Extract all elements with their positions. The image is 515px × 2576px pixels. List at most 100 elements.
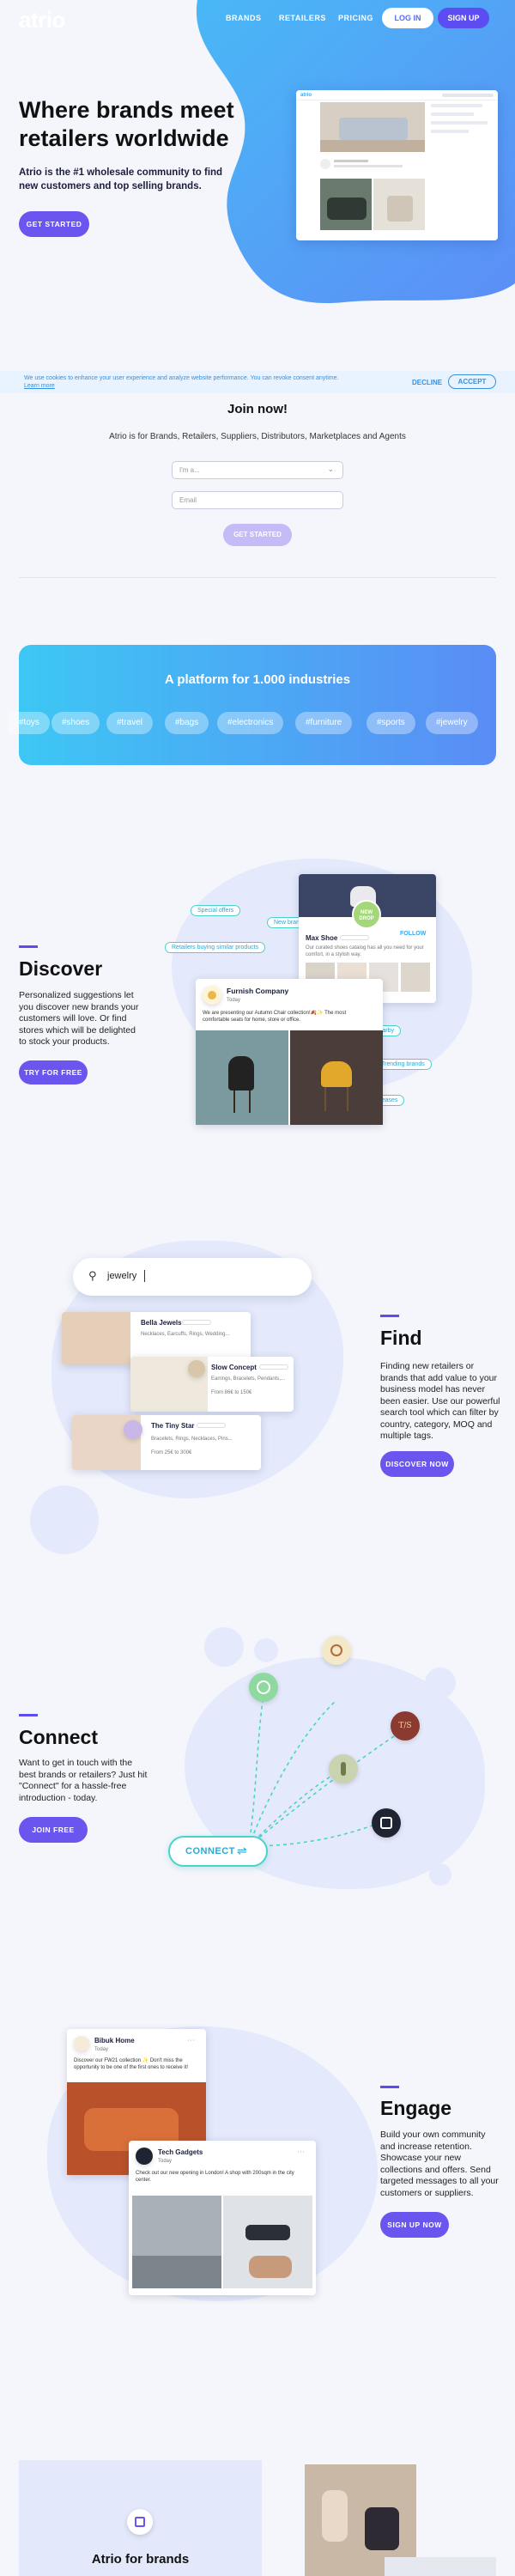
connect-logo-olive bbox=[329, 1754, 358, 1783]
furnish-company-name: Furnish Company bbox=[227, 987, 289, 995]
tag-jewelry[interactable]: #jewelry bbox=[426, 712, 478, 734]
tag-electronics[interactable]: #electronics bbox=[217, 712, 284, 734]
find-accent-bar bbox=[380, 1315, 399, 1317]
tag-bags[interactable]: #bags bbox=[165, 712, 209, 734]
nav-pricing[interactable]: PRICING bbox=[338, 14, 373, 22]
engage-sign-up-button[interactable]: SIGN UP NOW bbox=[380, 2212, 449, 2238]
furnish-post-text: We are presenting our Autumn Chair colle… bbox=[203, 1011, 347, 1023]
search-input[interactable]: ⚲ jewelry bbox=[73, 1258, 312, 1296]
nav-retailers[interactable]: RETAILERS bbox=[279, 14, 326, 22]
drone-photo bbox=[223, 2196, 312, 2288]
tag-sports[interactable]: #sports bbox=[367, 712, 415, 734]
shoe-brand-name: Max Shoe bbox=[306, 934, 338, 942]
handshake-icon: ⇌ bbox=[237, 1844, 247, 1857]
mock-post-header bbox=[320, 157, 425, 176]
email-placeholder: Email bbox=[179, 496, 197, 504]
tiny-star-tag bbox=[197, 1423, 226, 1428]
join-subtitle: Atrio is for Brands, Retailers, Supplier… bbox=[109, 432, 406, 441]
bibuk-name: Bibuk Home bbox=[94, 2037, 135, 2044]
slow-concept-logo bbox=[188, 1360, 205, 1377]
follow-button[interactable]: FOLLOW bbox=[400, 931, 426, 937]
chip-retailers-buying-similar[interactable]: Retailers buying similar products bbox=[165, 942, 266, 953]
join-get-started-button[interactable]: GET STARTED bbox=[223, 524, 292, 546]
find-title: Find bbox=[380, 1327, 422, 1349]
signup-button[interactable]: SIGN UP bbox=[438, 8, 489, 28]
mock-logo: atrio bbox=[300, 92, 312, 98]
nav-brands[interactable]: BRANDS bbox=[226, 14, 262, 22]
text-cursor bbox=[144, 1270, 145, 1282]
tech-gadgets-post-text: Check out our new opening in London! A s… bbox=[136, 2171, 294, 2183]
shoe-brand-description: Our curated shoes catalog has all you ne… bbox=[306, 945, 424, 957]
connect-logo-beige bbox=[322, 1636, 351, 1665]
cookie-learn-more-link[interactable]: Learn more bbox=[24, 383, 55, 389]
industries-banner bbox=[19, 645, 496, 765]
more-options-icon[interactable]: ⋯ bbox=[187, 2036, 195, 2045]
furnish-post-card[interactable]: Furnish Company Today We are presenting … bbox=[196, 979, 383, 1125]
mock-sofa-photo bbox=[320, 102, 425, 152]
chevron-down-icon: ⌄ bbox=[327, 465, 334, 473]
atrio-logo[interactable]: atrio bbox=[19, 7, 65, 33]
role-select[interactable]: I'm a... ⌄ bbox=[172, 461, 343, 479]
cookie-text: We use cookies to enhance your user expe… bbox=[24, 375, 339, 389]
bella-jewels-name: Bella Jewels bbox=[141, 1319, 182, 1327]
shoe-brand-tag bbox=[340, 935, 369, 940]
login-button[interactable]: LOG IN bbox=[382, 8, 433, 28]
connect-button[interactable]: CONNECT ⇌ bbox=[168, 1836, 268, 1867]
bella-jewels-tags: Necklaces, Earcuffs, Rings, Wedding... bbox=[141, 1332, 230, 1337]
industries-title: A platform for 1.000 industries bbox=[164, 672, 351, 687]
chip-special-offers[interactable]: Special offers bbox=[191, 905, 241, 916]
tag-furniture[interactable]: #furniture bbox=[295, 712, 353, 734]
email-field[interactable]: Email bbox=[172, 491, 343, 509]
tiny-star-moq: From 25€ to 300€ bbox=[151, 1450, 192, 1455]
tiny-star-name: The Tiny Star bbox=[151, 1422, 195, 1430]
bella-jewels-tag bbox=[182, 1320, 211, 1325]
atrio-for-brands-title: Atrio for brands bbox=[91, 2552, 190, 2567]
tag-shoes[interactable]: #shoes bbox=[52, 712, 100, 734]
black-chair-photo bbox=[196, 1030, 288, 1125]
engage-text: Build your own community and increase re… bbox=[380, 2129, 499, 2198]
hero-get-started-button[interactable]: GET STARTED bbox=[19, 211, 89, 237]
section-divider bbox=[19, 577, 496, 578]
slow-concept-moq: From 86€ to 150€ bbox=[211, 1390, 252, 1395]
mock-sidebar bbox=[431, 104, 493, 164]
chip-trending-brands[interactable]: Trending brands bbox=[374, 1059, 432, 1070]
connect-title: Connect bbox=[19, 1726, 98, 1748]
join-title: Join now! bbox=[227, 402, 288, 416]
top-navigation: atrio BRANDS RETAILERS PRICING LOG IN SI… bbox=[0, 0, 515, 38]
new-drop-badge: NEW DROP bbox=[352, 900, 381, 929]
tag-toys[interactable]: #toys bbox=[9, 712, 50, 734]
app-preview-mockup: atrio bbox=[296, 90, 498, 240]
tag-travel[interactable]: #travel bbox=[106, 712, 154, 734]
result-tiny-star[interactable]: The Tiny Star Bracelets, Rings, Necklace… bbox=[72, 1415, 261, 1470]
discover-text: Personalized suggestions let you discove… bbox=[19, 990, 139, 1047]
try-for-free-button[interactable]: TRY FOR FREE bbox=[19, 1060, 88, 1084]
store-icon bbox=[127, 2509, 153, 2535]
join-free-button[interactable]: JOIN FREE bbox=[19, 1817, 88, 1843]
result-slow-concept[interactable]: Slow Concept Earrings, Bracelets, Pendan… bbox=[130, 1357, 294, 1412]
connect-logo-dark bbox=[372, 1808, 401, 1838]
connect-logo-green bbox=[249, 1673, 278, 1702]
slow-concept-tags: Earrings, Bracelets, Pendants,... bbox=[211, 1376, 286, 1382]
furnish-post-time: Today bbox=[227, 998, 241, 1003]
hero-title: Where brands meet retailers worldwide bbox=[19, 97, 234, 151]
search-value: jewelry bbox=[107, 1271, 137, 1281]
discover-accent-bar bbox=[19, 945, 38, 948]
search-icon: ⚲ bbox=[88, 1269, 97, 1282]
cookie-accept-button[interactable]: ACCEPT bbox=[448, 374, 496, 389]
find-blob-circle bbox=[30, 1485, 99, 1554]
furnish-avatar bbox=[203, 986, 221, 1005]
shoe-thumb-4 bbox=[401, 963, 430, 992]
more-options-icon[interactable]: ⋯ bbox=[297, 2148, 305, 2157]
connect-logo-red: T/S bbox=[391, 1711, 420, 1741]
connect-text: Want to get in touch with the best brand… bbox=[19, 1758, 148, 1803]
cookie-decline-button[interactable]: DECLINE bbox=[412, 379, 442, 386]
tech-gadgets-post-card[interactable]: Tech Gadgets Today ⋯ Check out our new o… bbox=[129, 2141, 316, 2295]
tiny-star-tags: Bracelets, Rings, Necklaces, Pins... bbox=[151, 1437, 233, 1442]
bibuk-avatar bbox=[74, 2036, 89, 2051]
connect-accent-bar bbox=[19, 1714, 38, 1716]
engage-title: Engage bbox=[380, 2097, 452, 2119]
tiny-star-logo bbox=[124, 1420, 142, 1439]
store-interior-photo bbox=[132, 2196, 221, 2288]
tech-gadgets-name: Tech Gadgets bbox=[158, 2148, 203, 2156]
discover-now-button[interactable]: DISCOVER NOW bbox=[380, 1451, 454, 1477]
